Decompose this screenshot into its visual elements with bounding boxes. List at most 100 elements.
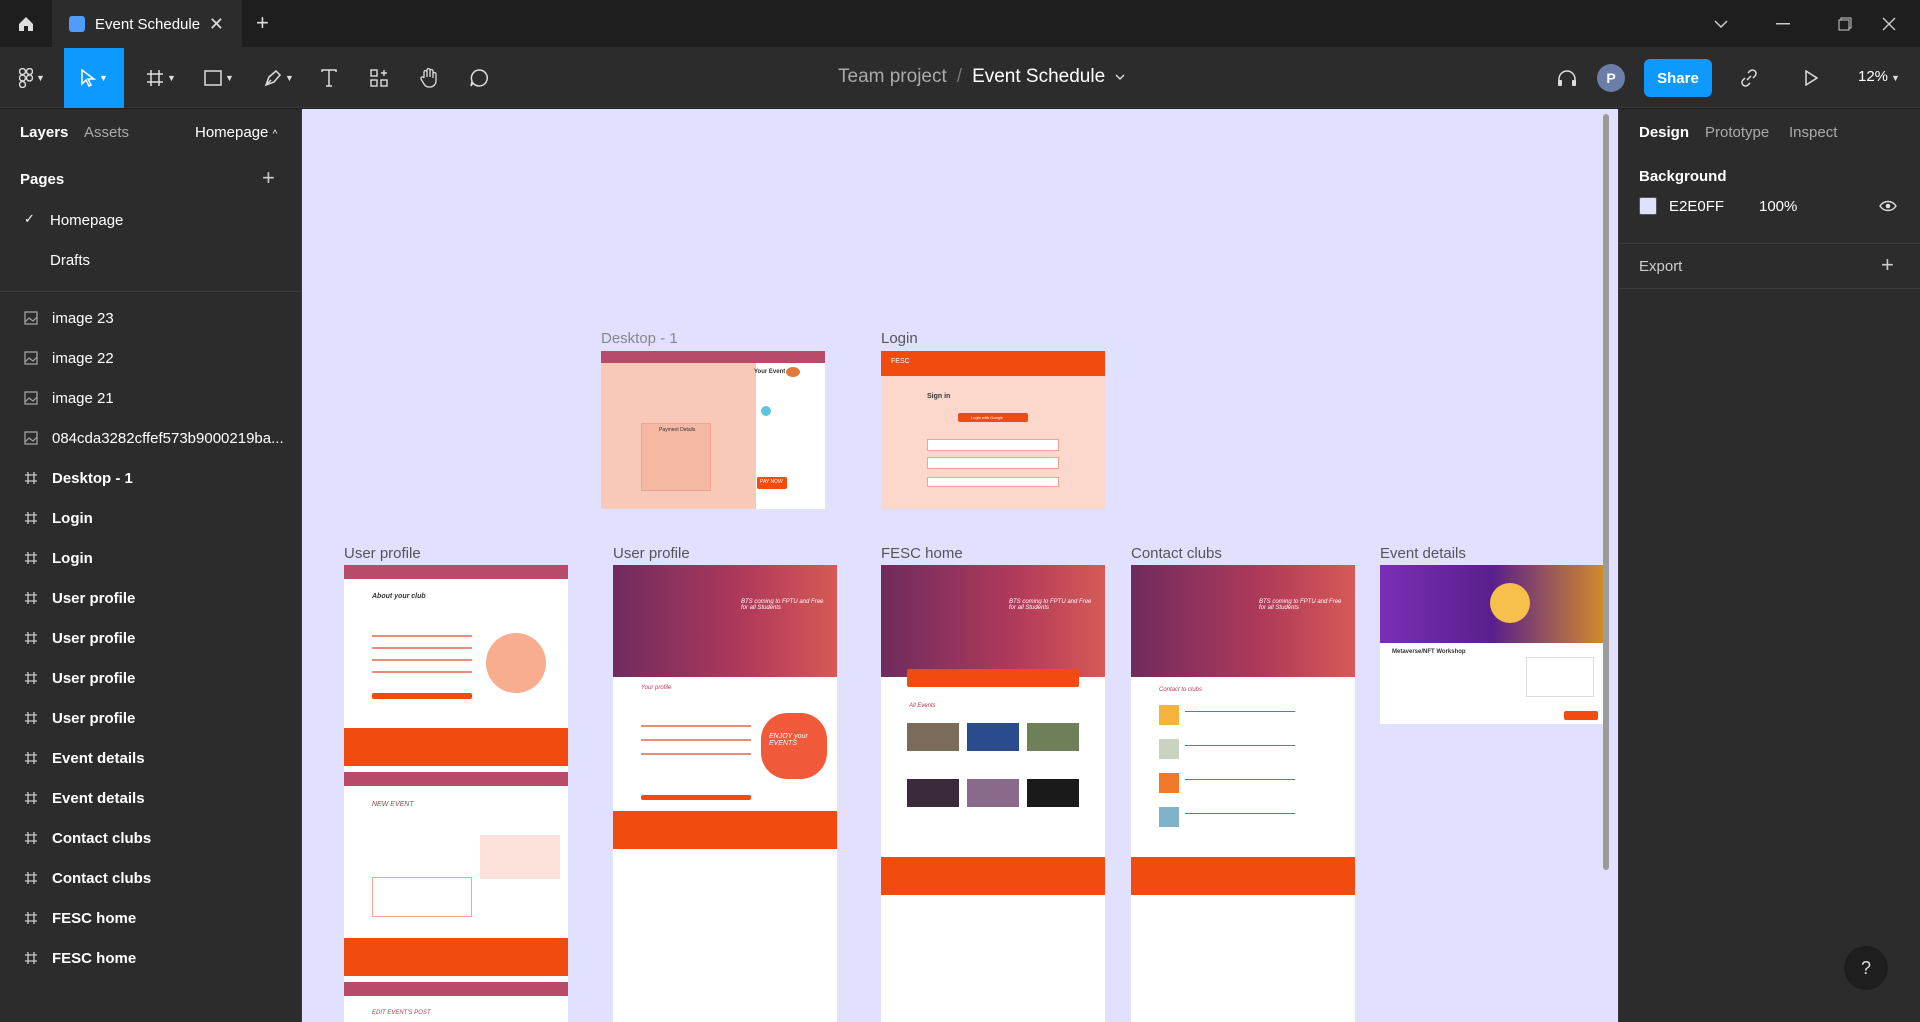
save-button-thumb <box>372 693 472 699</box>
chevron-down-icon[interactable] <box>1115 74 1125 80</box>
club-logo <box>1159 705 1179 725</box>
text-icon <box>321 69 337 87</box>
file-tab[interactable]: Event Schedule ✕ <box>52 0 242 48</box>
frame-desktop-1[interactable]: Your Event Payment Details PAY NOW <box>601 351 825 509</box>
copy-link-button[interactable] <box>1734 48 1764 108</box>
layer-item[interactable]: 084cda3282cffef573b9000219ba... <box>0 418 301 458</box>
share-button[interactable]: Share <box>1644 59 1712 97</box>
canvas[interactable]: Desktop - 1 Your Event Payment Details P… <box>302 109 1618 1022</box>
layer-item[interactable]: Desktop - 1 <box>0 458 301 498</box>
page-item-drafts[interactable]: Drafts <box>0 241 301 281</box>
club-logo <box>1159 773 1179 793</box>
page-item-homepage[interactable]: ✓ Homepage <box>0 201 301 241</box>
toolbar: ▼ ▼ ▼ ▼ ▼ Team project / Event Schedule … <box>0 48 1920 108</box>
form-line <box>641 739 751 741</box>
eye-icon[interactable] <box>1879 200 1897 212</box>
frame-user-profile-2[interactable]: BTS coming to FPTU and Free for all Stud… <box>613 565 837 1022</box>
layer-item[interactable]: Contact clubs <box>0 818 301 858</box>
club-avatar-placeholder <box>486 633 546 693</box>
frame-label-fesc-home[interactable]: FESC home <box>881 545 963 562</box>
bg-hex-input[interactable]: E2E0FF <box>1669 198 1724 215</box>
text-tool-button[interactable] <box>314 48 344 108</box>
layer-item[interactable]: Contact clubs <box>0 858 301 898</box>
bg-opacity-input[interactable]: 100% <box>1759 198 1797 215</box>
frame-fesc-home[interactable]: BTS coming to FPTU and Free for all Stud… <box>881 565 1105 1022</box>
frame-user-profile-1[interactable]: About your club NEW EVENT EDIT EVENT'S P… <box>344 565 568 1022</box>
home-icon[interactable] <box>0 0 52 48</box>
audio-button[interactable] <box>1552 48 1582 108</box>
tab-design[interactable]: Design <box>1639 124 1689 141</box>
image-icon <box>24 311 42 325</box>
event-image <box>786 367 800 377</box>
frame-label-login[interactable]: Login <box>881 330 918 347</box>
layer-label: Contact clubs <box>52 869 152 887</box>
layer-item[interactable]: User profile <box>0 578 301 618</box>
frame-header <box>344 772 568 786</box>
frame-contact-clubs[interactable]: BTS coming to FPTU and Free for all Stud… <box>1131 565 1355 1022</box>
pen-tool-button[interactable]: ▼ <box>256 48 302 108</box>
frame-label-desktop-1[interactable]: Desktop - 1 <box>601 330 678 347</box>
layer-label: Login <box>52 509 93 527</box>
plus-icon[interactable]: + <box>256 10 269 36</box>
layer-item[interactable]: image 23 <box>0 298 301 338</box>
frame-header <box>344 982 568 996</box>
layer-item[interactable]: FESC home <box>0 898 301 938</box>
minimize-icon[interactable] <box>1752 0 1814 48</box>
comment-tool-button[interactable] <box>464 48 494 108</box>
avatar[interactable]: P <box>1597 64 1625 92</box>
layer-label: Desktop - 1 <box>52 469 133 487</box>
cursor-icon <box>81 69 97 87</box>
layer-item[interactable]: Login <box>0 538 301 578</box>
layer-item[interactable]: User profile <box>0 658 301 698</box>
close-icon[interactable]: ✕ <box>209 14 224 35</box>
layer-item[interactable]: User profile <box>0 618 301 658</box>
save-button-thumb <box>641 795 751 800</box>
color-swatch[interactable] <box>1639 197 1657 215</box>
play-icon <box>1805 70 1818 86</box>
frame-label-user-profile-1[interactable]: User profile <box>344 545 421 562</box>
pay-now-text: PAY NOW <box>760 479 783 485</box>
link-icon <box>1741 69 1757 87</box>
new-event-title: NEW EVENT <box>372 801 414 808</box>
help-button[interactable]: ? <box>1844 946 1888 990</box>
breadcrumb-file[interactable]: Event Schedule <box>972 66 1105 88</box>
payment-box <box>641 423 711 491</box>
frame-icon <box>24 591 42 605</box>
frame-label-event-details[interactable]: Event details <box>1380 545 1466 562</box>
footer <box>881 857 1105 895</box>
layer-item[interactable]: image 22 <box>0 338 301 378</box>
layer-item[interactable]: Login <box>0 498 301 538</box>
chevron-down-icon[interactable] <box>1690 0 1752 48</box>
frame-event-details[interactable]: Metaverse/NFT Workshop <box>1380 565 1604 724</box>
your-profile-title: Your profile <box>641 685 672 691</box>
background-title: Background <box>1639 168 1727 185</box>
frame-tool-button[interactable]: ▼ <box>138 48 184 108</box>
tab-layers[interactable]: Layers <box>20 124 68 141</box>
canvas-scrollbar[interactable] <box>1603 114 1609 870</box>
layer-item[interactable]: Event details <box>0 778 301 818</box>
present-button[interactable] <box>1796 48 1826 108</box>
login-brand: FESC <box>891 358 910 365</box>
frame-label-contact-clubs[interactable]: Contact clubs <box>1131 545 1222 562</box>
layer-item[interactable]: FESC home <box>0 938 301 978</box>
window-close-icon[interactable] <box>1858 0 1920 48</box>
zoom-dropdown[interactable]: 12% ▼ <box>1858 68 1900 85</box>
tab-inspect[interactable]: Inspect <box>1789 124 1837 141</box>
move-tool-button[interactable]: ▼ <box>64 48 124 108</box>
about-club-title: About your club <box>372 593 426 600</box>
frame-label-user-profile-2[interactable]: User profile <box>613 545 690 562</box>
breadcrumb-project[interactable]: Team project <box>838 66 947 88</box>
shape-tool-button[interactable]: ▼ <box>196 48 242 108</box>
add-export-icon[interactable]: + <box>1881 252 1894 278</box>
hand-tool-button[interactable] <box>414 48 444 108</box>
main-menu-button[interactable]: ▼ <box>10 48 54 108</box>
tab-prototype[interactable]: Prototype <box>1705 124 1769 141</box>
tab-assets[interactable]: Assets <box>84 124 129 141</box>
page-switcher[interactable]: Homepage ^ <box>195 124 277 141</box>
resources-button[interactable] <box>364 48 394 108</box>
layer-item[interactable]: User profile <box>0 698 301 738</box>
add-page-icon[interactable]: + <box>262 165 275 191</box>
layer-item[interactable]: image 21 <box>0 378 301 418</box>
layer-item[interactable]: Event details <box>0 738 301 778</box>
frame-login[interactable]: FESC Sign in Login with Google <box>881 351 1105 509</box>
